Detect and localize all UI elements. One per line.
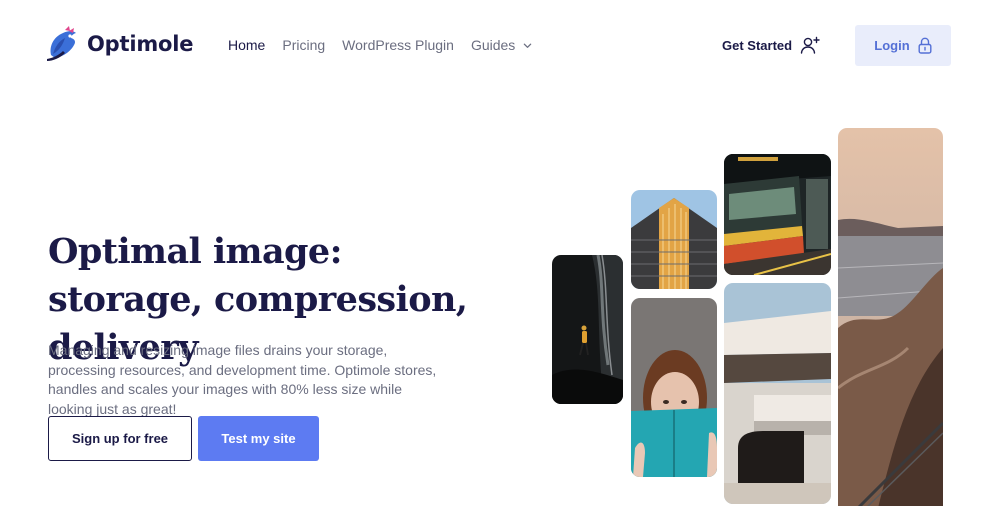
nav-item-guides[interactable]: Guides	[471, 37, 532, 53]
concrete-building-photo	[724, 283, 831, 504]
user-plus-icon	[800, 36, 820, 54]
coastal-cliff-photo	[838, 128, 943, 506]
brand-name: Optimole	[87, 32, 194, 56]
building-facade-photo	[631, 190, 717, 289]
nav-item-home[interactable]: Home	[228, 37, 265, 53]
chevron-down-icon	[524, 43, 532, 48]
login-label: Login	[874, 38, 910, 53]
nav-item-pricing[interactable]: Pricing	[282, 37, 325, 53]
person-in-cave-photo	[552, 255, 623, 404]
get-started-label: Get Started	[722, 37, 793, 53]
login-button[interactable]: Login	[855, 25, 951, 66]
hero-description: Managing and resizing image files drains…	[48, 342, 437, 417]
get-started-link[interactable]: Get Started	[722, 36, 820, 54]
brand-logo[interactable]: Optimole	[43, 25, 193, 63]
lock-icon	[918, 37, 932, 54]
woman-with-book-photo	[631, 298, 717, 477]
subway-train-photo	[724, 154, 831, 275]
test-my-site-button[interactable]: Test my site	[198, 416, 319, 461]
nav-item-guides-label: Guides	[470, 37, 516, 53]
mole-mascot-icon	[47, 26, 76, 61]
sign-up-button[interactable]: Sign up for free	[48, 416, 192, 461]
nav-item-wordpress-plugin[interactable]: WordPress Plugin	[342, 37, 454, 53]
main-nav: Home Pricing WordPress Plugin Guides	[228, 37, 549, 53]
